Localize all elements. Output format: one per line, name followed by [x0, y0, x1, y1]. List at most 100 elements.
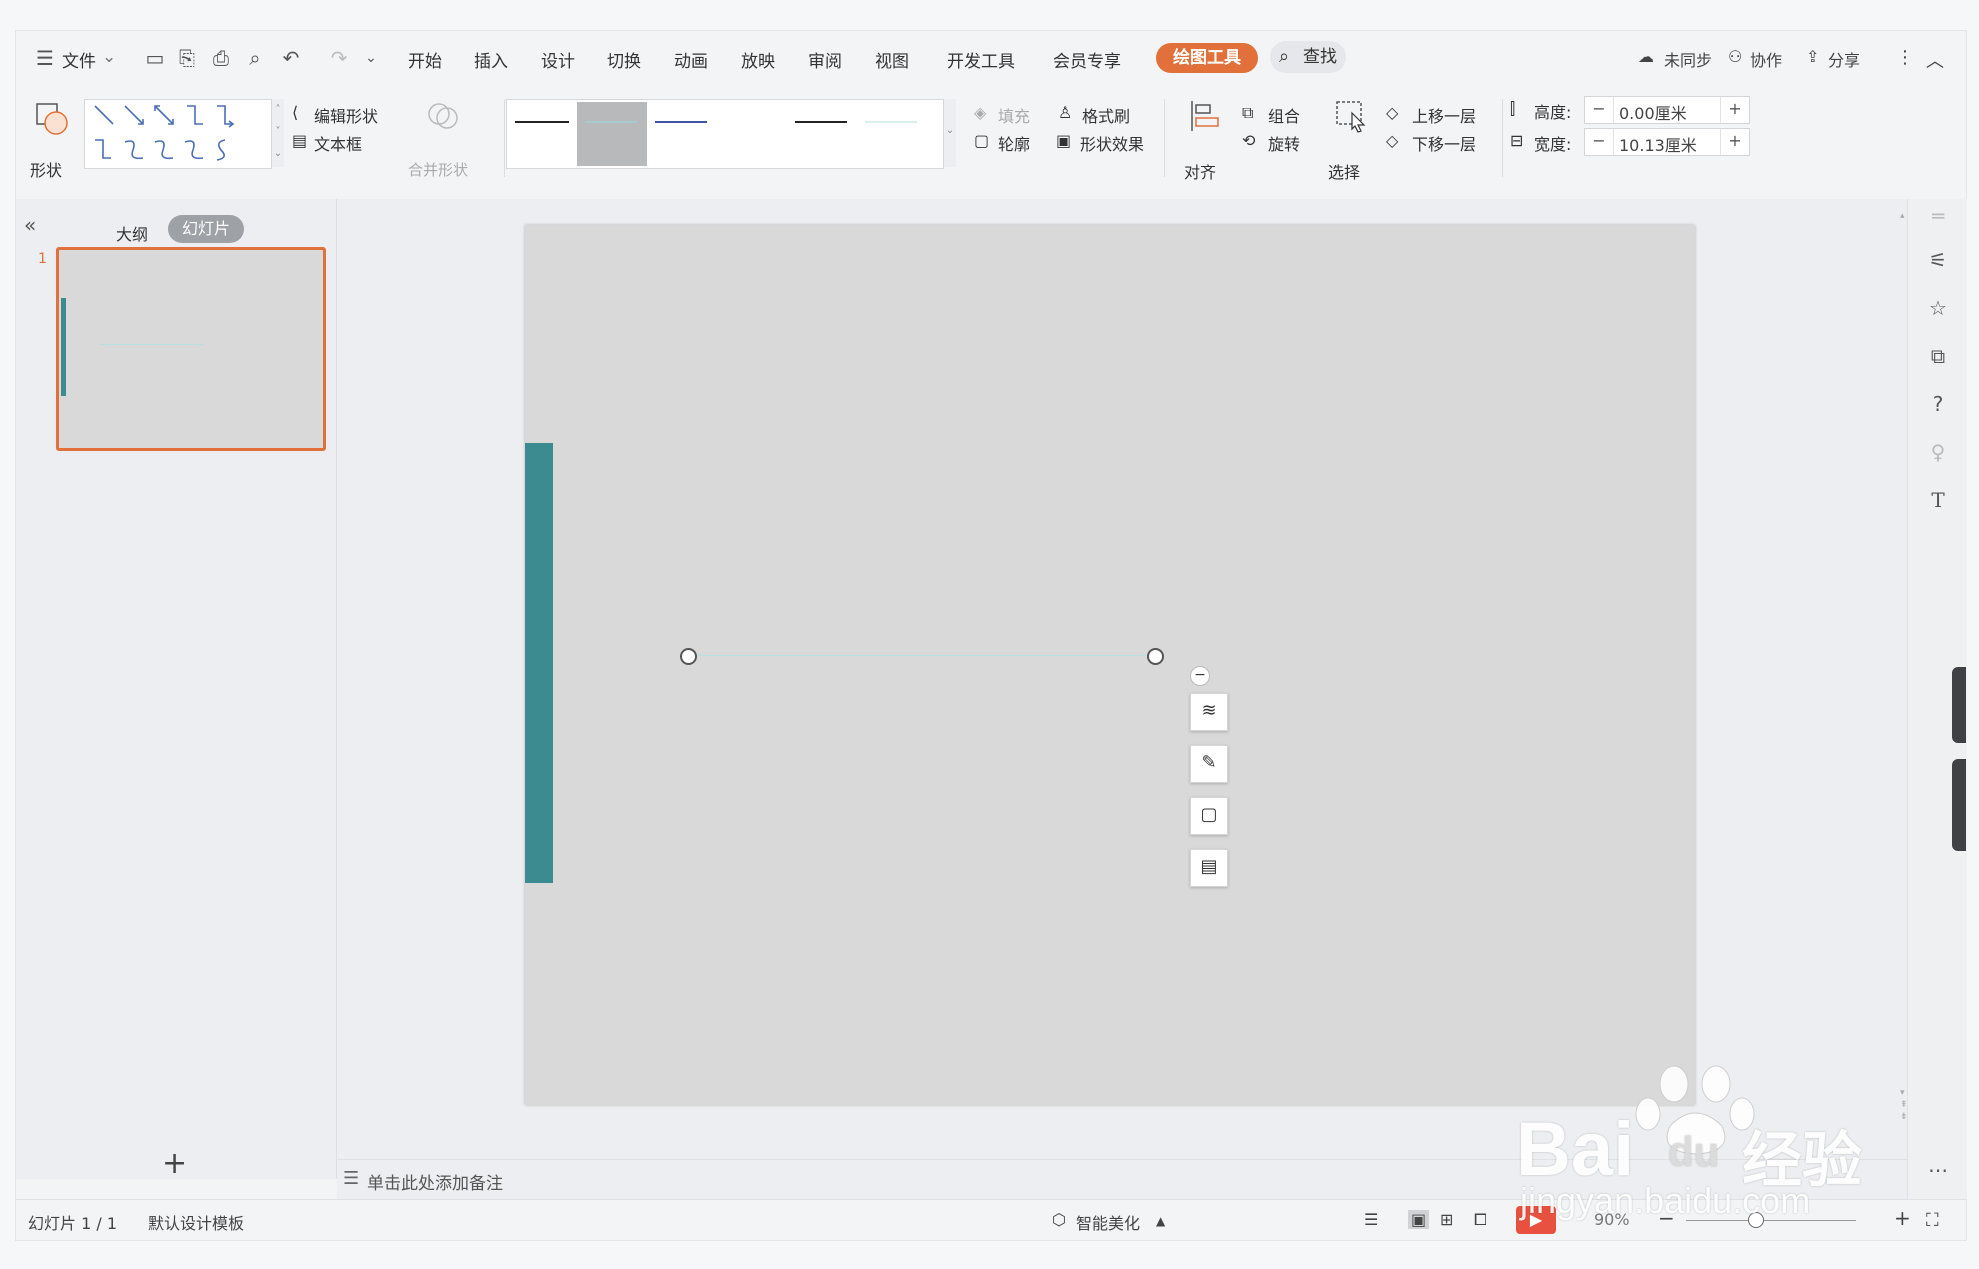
- height-field[interactable]: − 0.00厘米 +: [1584, 96, 1750, 124]
- line-start-handle[interactable]: [680, 648, 697, 665]
- bring-forward-button[interactable]: 上移一层: [1412, 103, 1476, 127]
- print-icon[interactable]: ⎙: [208, 45, 234, 71]
- share-icon[interactable]: ⇪: [1806, 47, 1819, 66]
- slide-thumbnail[interactable]: [56, 247, 326, 451]
- sorter-view-icon[interactable]: ⊞: [1440, 1210, 1453, 1229]
- rotate-icon[interactable]: ⟲: [1242, 131, 1255, 150]
- line-style-scroll[interactable]: ⌄: [944, 99, 956, 167]
- tab-developer[interactable]: 开发工具: [947, 47, 1015, 72]
- text-box-button[interactable]: 文本框: [314, 131, 362, 155]
- fill-button[interactable]: 填充: [998, 103, 1030, 127]
- layers-tool-icon[interactable]: ≋: [1190, 693, 1228, 731]
- format-painter-button[interactable]: 格式刷: [1082, 103, 1130, 127]
- rotate-button[interactable]: 旋转: [1268, 131, 1300, 155]
- collapse-ribbon-icon[interactable]: ︿: [1926, 47, 1944, 73]
- edit-shape-button[interactable]: 编辑形状: [314, 103, 378, 127]
- zoom-in-button[interactable]: +: [1894, 1206, 1911, 1230]
- text-wrap-tool-icon[interactable]: ▤: [1190, 849, 1228, 887]
- selected-line-shape[interactable]: [687, 655, 1151, 656]
- tab-review[interactable]: 审阅: [808, 47, 842, 72]
- animation-star-icon[interactable]: ☆: [1925, 295, 1951, 321]
- shape-outline-tool-icon[interactable]: ▢: [1190, 797, 1228, 835]
- scroll-up-icon[interactable]: ▴: [1900, 211, 1905, 221]
- align-icon[interactable]: [1188, 99, 1222, 133]
- group-icon[interactable]: ⧉: [1242, 103, 1253, 123]
- side-float-widget-bottom[interactable]: [1952, 759, 1966, 851]
- tab-slideshow[interactable]: 放映: [741, 47, 775, 72]
- pen-style-tool-icon[interactable]: ✎: [1190, 745, 1228, 783]
- collapse-panel-icon[interactable]: «: [24, 213, 36, 237]
- height-increase-button[interactable]: +: [1720, 97, 1749, 123]
- add-slide-button[interactable]: +: [162, 1149, 187, 1179]
- group-button[interactable]: 组合: [1268, 103, 1300, 127]
- outline-icon[interactable]: ▢: [974, 131, 989, 150]
- tab-view[interactable]: 视图: [875, 47, 909, 72]
- select-icon[interactable]: [1334, 99, 1368, 133]
- width-increase-button[interactable]: +: [1720, 129, 1749, 155]
- beautify-chevron-icon[interactable]: ▲: [1156, 1214, 1165, 1228]
- tab-outline[interactable]: 大纲: [116, 221, 148, 245]
- cloud-sync-icon[interactable]: ☁: [1638, 47, 1654, 66]
- select-button[interactable]: 选择: [1328, 159, 1360, 183]
- height-decrease-button[interactable]: −: [1585, 97, 1614, 123]
- beautify-icon[interactable]: ⬡: [1052, 1210, 1066, 1229]
- slide-switch-icon[interactable]: ⧉: [1925, 343, 1951, 369]
- collaborate-button[interactable]: 协作: [1750, 47, 1782, 71]
- tab-animation[interactable]: 动画: [674, 47, 708, 72]
- sync-status[interactable]: 未同步: [1664, 47, 1712, 71]
- customize-quick-access-icon[interactable]: ⌄: [358, 45, 384, 71]
- send-backward-button[interactable]: 下移一层: [1412, 131, 1476, 155]
- accent-bar-shape[interactable]: [525, 443, 553, 883]
- gallery-scroll[interactable]: ˄ ˅ ⌄: [272, 99, 284, 167]
- align-button[interactable]: 对齐: [1184, 159, 1216, 183]
- more-menu-icon[interactable]: ⋮: [1896, 47, 1914, 68]
- save-icon[interactable]: ▭: [142, 45, 168, 71]
- print-preview-icon[interactable]: ⌕: [242, 45, 268, 71]
- hamburger-icon[interactable]: ☰: [32, 45, 58, 71]
- file-menu-chevron-icon[interactable]: ⌄: [102, 47, 116, 67]
- width-decrease-button[interactable]: −: [1585, 129, 1614, 155]
- send-backward-icon[interactable]: ◇: [1386, 131, 1398, 150]
- tab-design[interactable]: 设计: [541, 47, 575, 72]
- line-shape-gallery[interactable]: [84, 99, 272, 169]
- line-style-gallery[interactable]: [506, 99, 944, 169]
- vertical-scrollbar[interactable]: ▴ ▾ ⇞ ⇟: [1897, 207, 1908, 1157]
- text-box-icon[interactable]: ▤: [292, 131, 307, 150]
- undo-icon[interactable]: ↶: [278, 45, 304, 71]
- normal-view-icon[interactable]: ▣: [1408, 1210, 1430, 1229]
- tab-slides[interactable]: 幻灯片: [168, 215, 244, 243]
- redo-icon[interactable]: ↷: [326, 45, 352, 71]
- text-tool-icon[interactable]: T: [1925, 487, 1951, 513]
- tab-transition[interactable]: 切换: [607, 47, 641, 72]
- outline-button[interactable]: 轮廓: [998, 131, 1030, 155]
- beautify-button[interactable]: 智能美化: [1076, 1210, 1140, 1234]
- file-menu[interactable]: 文件: [62, 47, 96, 72]
- collapse-float-toolbar-icon[interactable]: −: [1190, 666, 1210, 686]
- more-tools-icon[interactable]: ⋯: [1925, 1157, 1951, 1183]
- slide-canvas[interactable]: − ≋ ✎ ▢ ▤: [525, 225, 1695, 1105]
- idea-bulb-icon[interactable]: ♀: [1925, 439, 1951, 465]
- line-end-handle[interactable]: [1147, 648, 1164, 665]
- shape-button[interactable]: 形状: [30, 157, 62, 181]
- fit-window-icon[interactable]: ⛶: [1926, 1210, 1939, 1231]
- width-field[interactable]: − 10.13厘米 +: [1584, 128, 1750, 156]
- template-name[interactable]: 默认设计模板: [148, 1210, 244, 1234]
- shape-icon[interactable]: [34, 101, 70, 137]
- share-button[interactable]: 分享: [1828, 47, 1860, 71]
- collaborate-icon[interactable]: ⚇: [1728, 47, 1742, 66]
- merge-shape-button[interactable]: 合并形状: [408, 159, 468, 180]
- tab-drawing-tools[interactable]: 绘图工具: [1156, 43, 1258, 73]
- notes-toggle-icon[interactable]: ☰: [1364, 1210, 1378, 1229]
- tab-insert[interactable]: 插入: [474, 47, 508, 72]
- help-icon[interactable]: ?: [1925, 391, 1951, 417]
- shape-effect-button[interactable]: 形状效果: [1080, 131, 1144, 155]
- edit-shape-icon[interactable]: ⟨: [292, 103, 298, 122]
- property-settings-icon[interactable]: ⚟: [1925, 247, 1951, 273]
- merge-shape-icon[interactable]: [426, 99, 460, 133]
- bring-forward-icon[interactable]: ◇: [1386, 103, 1398, 122]
- tab-member[interactable]: 会员专享: [1053, 47, 1121, 72]
- fill-icon[interactable]: ◈: [974, 103, 986, 122]
- side-float-widget-top[interactable]: [1952, 667, 1966, 743]
- reading-view-icon[interactable]: ⧠: [1474, 1210, 1487, 1230]
- format-painter-icon[interactable]: ♙: [1058, 103, 1072, 122]
